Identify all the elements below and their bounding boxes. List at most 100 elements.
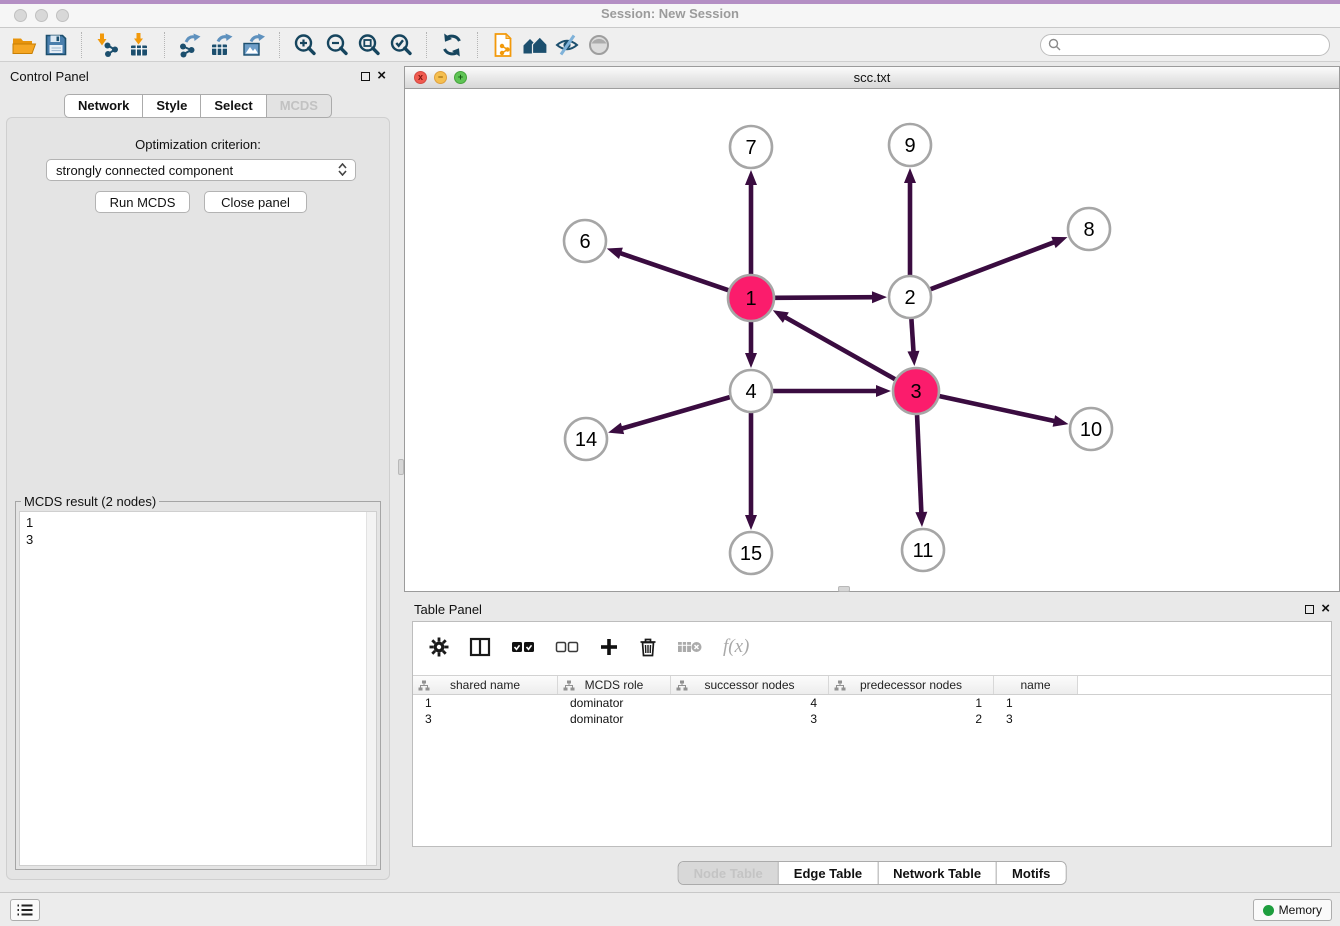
table-row[interactable]: 1dominator411 <box>413 695 1331 711</box>
new-network-file-icon[interactable] <box>487 30 519 60</box>
column-label: predecessor nodes <box>860 678 962 692</box>
graph-node-label: 3 <box>910 381 921 403</box>
column-header-shared-name[interactable]: shared name <box>413 676 558 694</box>
zoom-fit-icon[interactable] <box>353 30 385 60</box>
tab-network[interactable]: Network <box>64 94 142 118</box>
hide-graphics-details-icon[interactable] <box>551 30 583 60</box>
mcds-result-group: MCDS result (2 nodes) 1 3 <box>15 494 381 870</box>
graph-edge-3-11[interactable] <box>917 415 921 516</box>
graph-edge-1-2[interactable] <box>775 297 876 298</box>
control-panel-title: Control Panel <box>10 69 89 84</box>
control-panel-tabs: NetworkStyleSelectMCDS <box>0 94 396 118</box>
tab-motifs[interactable]: Motifs <box>996 862 1065 884</box>
float-table-panel-icon[interactable] <box>1305 605 1314 614</box>
window-controls[interactable] <box>14 9 69 22</box>
tab-select[interactable]: Select <box>200 94 265 118</box>
graph-edge-4-14[interactable] <box>619 397 730 429</box>
vertical-divider-grip[interactable] <box>398 459 404 475</box>
column-header-MCDS-role[interactable]: MCDS role <box>558 676 671 694</box>
column-header-name[interactable]: name <box>994 676 1078 694</box>
network-canvas[interactable]: 7968124314101511 <box>405 89 1339 591</box>
tab-network-table[interactable]: Network Table <box>877 862 996 884</box>
node-table[interactable]: shared name MCDS role successor nodes prede… <box>413 675 1331 846</box>
graph-node-label: 7 <box>745 137 756 159</box>
close-panel-icon[interactable]: × <box>377 71 386 81</box>
apply-layout-icon[interactable] <box>436 30 468 60</box>
search-field[interactable] <box>1040 34 1330 56</box>
column-split-icon[interactable] <box>469 637 491 657</box>
network-view-window: x − + scc.txt 7968124314101511 <box>404 66 1340 592</box>
settings-gear-icon[interactable] <box>429 637 449 657</box>
memory-button[interactable]: Memory <box>1253 899 1332 921</box>
toolbar-separator <box>164 32 165 58</box>
table-header-row: shared name MCDS role successor nodes prede… <box>413 675 1331 695</box>
network-graph[interactable]: 7968124314101511 <box>405 89 1339 591</box>
tab-node-table[interactable]: Node Table <box>679 862 778 884</box>
network-maximize-icon[interactable]: + <box>454 71 467 84</box>
minimize-window-icon[interactable] <box>35 9 48 22</box>
save-session-icon[interactable] <box>40 30 72 60</box>
close-table-panel-icon[interactable]: × <box>1321 604 1330 614</box>
add-column-icon[interactable] <box>599 637 619 657</box>
result-scrollbar[interactable] <box>366 512 376 865</box>
delete-column-icon[interactable] <box>639 637 657 657</box>
export-network-icon[interactable] <box>174 30 206 60</box>
graph-node-label: 15 <box>740 543 762 565</box>
list-icon <box>16 903 34 917</box>
graph-edge-2-8[interactable] <box>931 241 1058 289</box>
mcds-result-box[interactable]: 1 3 <box>19 511 377 866</box>
maximize-window-icon[interactable] <box>56 9 69 22</box>
mcds-panel: Optimization criterion: strongly connect… <box>6 117 390 880</box>
network-close-icon[interactable]: x <box>414 71 427 84</box>
open-session-icon[interactable] <box>8 30 40 60</box>
home-icon[interactable] <box>519 30 551 60</box>
zoom-in-icon[interactable] <box>289 30 321 60</box>
graph-edge-2-3[interactable] <box>911 319 913 355</box>
import-network-icon[interactable] <box>91 30 123 60</box>
chevron-up-down-icon <box>338 163 347 176</box>
session-title: Session: New Session <box>601 6 739 21</box>
mcds-result-lines: 1 3 <box>20 512 376 550</box>
table-toolbar: f(x) <box>413 622 1331 672</box>
memory-status-icon <box>1263 905 1274 916</box>
cell-name: 1 <box>994 695 1078 711</box>
column-header-predecessor-nodes[interactable]: predecessor nodes <box>829 676 994 694</box>
graph-node-label: 11 <box>913 540 934 562</box>
cell-successor-nodes: 3 <box>671 711 829 727</box>
deselect-all-icon[interactable] <box>555 640 579 654</box>
tab-mcds[interactable]: MCDS <box>266 94 332 118</box>
select-all-icon[interactable] <box>511 640 535 654</box>
graph-edge-1-6[interactable] <box>617 252 728 290</box>
column-header-successor-nodes[interactable]: successor nodes <box>671 676 829 694</box>
export-image-icon[interactable] <box>238 30 270 60</box>
column-label: name <box>1020 678 1050 692</box>
zoom-selected-icon[interactable] <box>385 30 417 60</box>
cell-MCDS-role: dominator <box>558 711 671 727</box>
graph-node-label: 8 <box>1083 219 1094 241</box>
task-console-button[interactable] <box>10 899 40 921</box>
criterion-dropdown[interactable]: strongly connected component <box>46 159 356 181</box>
network-window-titlebar[interactable]: x − + scc.txt <box>405 67 1339 89</box>
column-label: MCDS role <box>585 678 644 692</box>
cell-shared-name: 1 <box>413 695 558 711</box>
float-panel-icon[interactable] <box>361 72 370 81</box>
tab-style[interactable]: Style <box>142 94 200 118</box>
tab-edge-table[interactable]: Edge Table <box>778 862 877 884</box>
cell-predecessor-nodes: 1 <box>829 695 994 711</box>
run-mcds-button[interactable]: Run MCDS <box>95 191 190 213</box>
graph-edge-3-10[interactable] <box>939 396 1057 422</box>
mcds-result-title: MCDS result (2 nodes) <box>21 494 159 509</box>
table-row[interactable]: 3dominator323 <box>413 711 1331 727</box>
zoom-out-icon[interactable] <box>321 30 353 60</box>
horizontal-divider-grip[interactable] <box>838 586 850 592</box>
graph-node-label: 1 <box>745 288 756 310</box>
graph-edge-3-1[interactable] <box>782 316 895 380</box>
network-minimize-icon[interactable]: − <box>434 71 447 84</box>
search-input[interactable] <box>1065 38 1329 52</box>
close-window-icon[interactable] <box>14 9 27 22</box>
import-table-icon[interactable] <box>123 30 155 60</box>
close-panel-button[interactable]: Close panel <box>204 191 307 213</box>
main-toolbar <box>0 28 1340 62</box>
edge-arrowhead <box>904 168 916 183</box>
export-table-icon[interactable] <box>206 30 238 60</box>
